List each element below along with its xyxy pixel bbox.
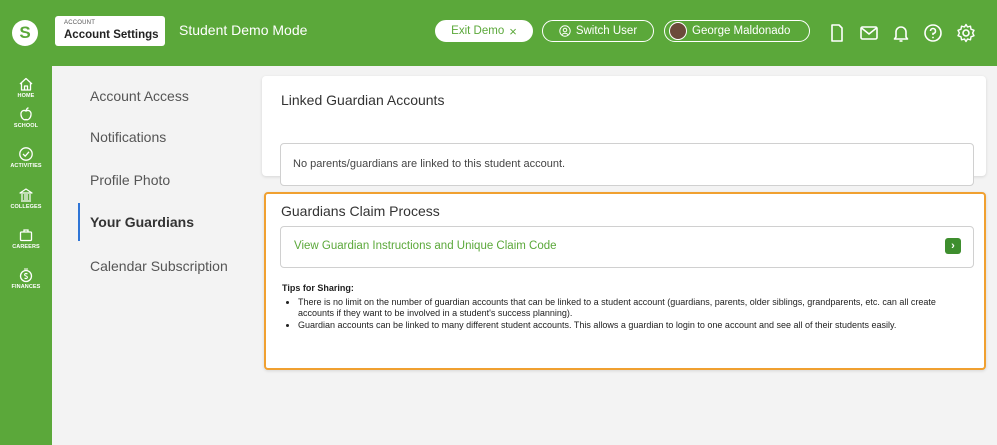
- nav-item-home[interactable]: HOME: [0, 76, 52, 99]
- exit-demo-label: Exit Demo: [451, 25, 505, 37]
- mail-icon[interactable]: [858, 22, 880, 44]
- claim-code-link[interactable]: View Guardian Instructions and Unique Cl…: [294, 240, 557, 252]
- nav-item-activities[interactable]: ACTIVITIES: [0, 146, 52, 169]
- nav-item-finances[interactable]: FINANCES: [0, 267, 52, 290]
- main-nav: HOME SCHOOL ACTIVITIES COLLEGES CAREERS …: [0, 66, 52, 445]
- tip-item: There is no limit on the number of guard…: [298, 297, 958, 318]
- top-bar: S ACCOUNT Account Settings Student Demo …: [0, 0, 997, 66]
- exit-demo-button[interactable]: Exit Demo ×: [435, 20, 533, 42]
- briefcase-icon: [19, 229, 33, 242]
- active-indicator: [78, 203, 80, 241]
- help-icon[interactable]: [922, 22, 944, 44]
- nav-item-colleges[interactable]: COLLEGES: [0, 187, 52, 210]
- nav-label-careers: CAREERS: [12, 244, 40, 250]
- tips-heading: Tips for Sharing:: [282, 283, 354, 293]
- menu-your-guardians[interactable]: Your Guardians: [90, 214, 194, 230]
- switch-user-button[interactable]: Switch User: [542, 20, 654, 42]
- home-icon: [19, 77, 33, 91]
- bell-icon[interactable]: [890, 22, 912, 44]
- logo-icon[interactable]: S: [12, 20, 38, 46]
- tip-item: Guardian accounts can be linked to many …: [298, 320, 958, 331]
- menu-profile-photo[interactable]: Profile Photo: [90, 172, 170, 188]
- settings-icon[interactable]: [955, 22, 977, 44]
- claim-process-title: Guardians Claim Process: [281, 203, 440, 219]
- account-settings-title: Account Settings: [64, 29, 159, 41]
- user-name: George Maldonado: [692, 25, 791, 37]
- switch-user-label: Switch User: [575, 25, 638, 37]
- menu-calendar-subscription[interactable]: Calendar Subscription: [90, 258, 228, 274]
- nav-label-colleges: COLLEGES: [10, 204, 42, 210]
- avatar: [669, 22, 687, 40]
- checkmark-icon: [19, 147, 33, 161]
- user-circle-icon: [559, 25, 571, 37]
- menu-account-access[interactable]: Account Access: [90, 88, 189, 104]
- nav-item-careers[interactable]: CAREERS: [0, 227, 52, 250]
- money-icon: [19, 268, 33, 283]
- nav-item-school[interactable]: SCHOOL: [0, 106, 52, 129]
- mode-title: Student Demo Mode: [179, 22, 308, 38]
- chevron-right-icon[interactable]: ›: [945, 238, 961, 254]
- no-guardians-message: No parents/guardians are linked to this …: [293, 158, 566, 170]
- college-icon: [19, 188, 33, 202]
- account-settings-selector[interactable]: ACCOUNT Account Settings: [55, 16, 165, 46]
- nav-label-activities: ACTIVITIES: [10, 163, 42, 169]
- account-section-label: ACCOUNT: [64, 20, 96, 26]
- linked-guardians-title: Linked Guardian Accounts: [281, 92, 445, 108]
- document-icon[interactable]: [826, 22, 848, 44]
- user-menu-button[interactable]: George Maldonado: [664, 20, 810, 42]
- nav-label-home: HOME: [17, 93, 35, 99]
- apple-icon: [20, 107, 32, 121]
- nav-label-school: SCHOOL: [13, 123, 39, 129]
- nav-label-finances: FINANCES: [11, 284, 41, 290]
- tips-list: There is no limit on the number of guard…: [298, 297, 958, 333]
- menu-notifications[interactable]: Notifications: [90, 129, 166, 145]
- close-icon: ×: [509, 23, 517, 39]
